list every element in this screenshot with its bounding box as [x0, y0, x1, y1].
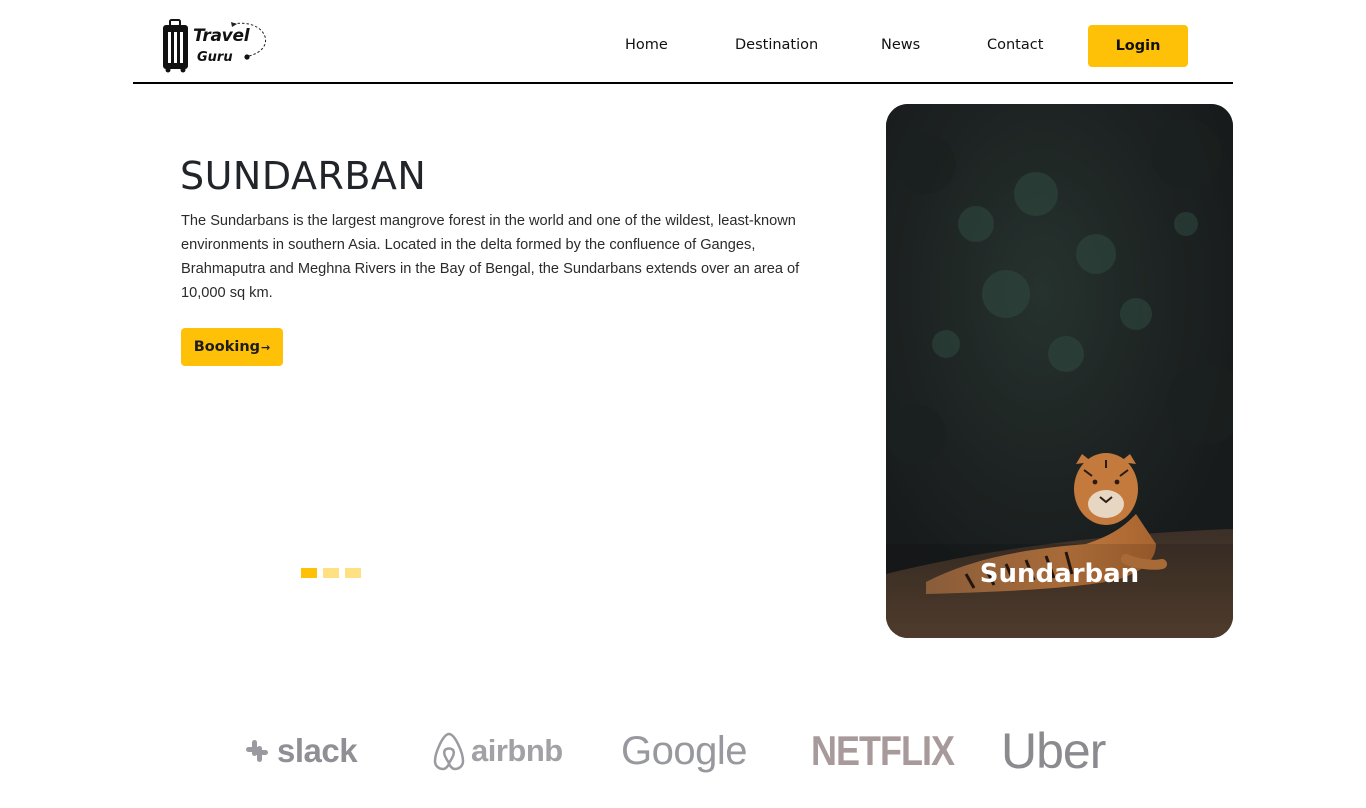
hero-description: The Sundarbans is the largest mangrove f… [181, 213, 800, 301]
booking-button[interactable]: Booking → [181, 328, 283, 366]
booking-label: Booking [193, 339, 261, 355]
destination-card[interactable]: Sundarban [886, 104, 1233, 638]
airbnb-icon [433, 732, 465, 771]
brand-slack-label: slack [277, 732, 358, 769]
carousel-indicator-3[interactable] [345, 568, 361, 578]
carousel-indicators [301, 568, 361, 578]
main-nav: Home Destination News Contact Login [133, 25, 1233, 67]
brand-netflix: NETFLIX [811, 720, 955, 782]
brand-netflix-label: NETFLIX [811, 726, 955, 774]
carousel-indicator-2[interactable] [323, 568, 339, 578]
carousel-indicator-1[interactable] [301, 568, 317, 578]
login-button[interactable]: Login [1088, 25, 1188, 67]
brand-uber: Uber [1001, 720, 1106, 782]
nav-news[interactable]: News [881, 37, 920, 53]
nav-home[interactable]: Home [625, 37, 668, 53]
page: Travel Guru Home Destination News Contac… [0, 0, 1366, 808]
brand-uber-label: Uber [1001, 723, 1106, 779]
arrow-right-icon: → [261, 340, 271, 354]
hero-title: SUNDARBAN [180, 154, 427, 198]
brand-airbnb: airbnb [431, 720, 563, 782]
brand-slack: slack [241, 720, 358, 782]
brand-google: Google [621, 720, 747, 782]
nav-contact[interactable]: Contact [987, 37, 1043, 53]
partner-brands: slack airbnb Google NETFLIX Uber [0, 720, 1366, 790]
card-label: Sundarban [979, 559, 1140, 589]
site-header: Travel Guru Home Destination News Contac… [133, 0, 1233, 84]
slack-icon [246, 740, 268, 762]
brand-google-label: Google [621, 728, 747, 773]
nav-destination[interactable]: Destination [735, 37, 818, 53]
brand-airbnb-label: airbnb [471, 733, 563, 768]
tiger-image [886, 104, 1233, 638]
